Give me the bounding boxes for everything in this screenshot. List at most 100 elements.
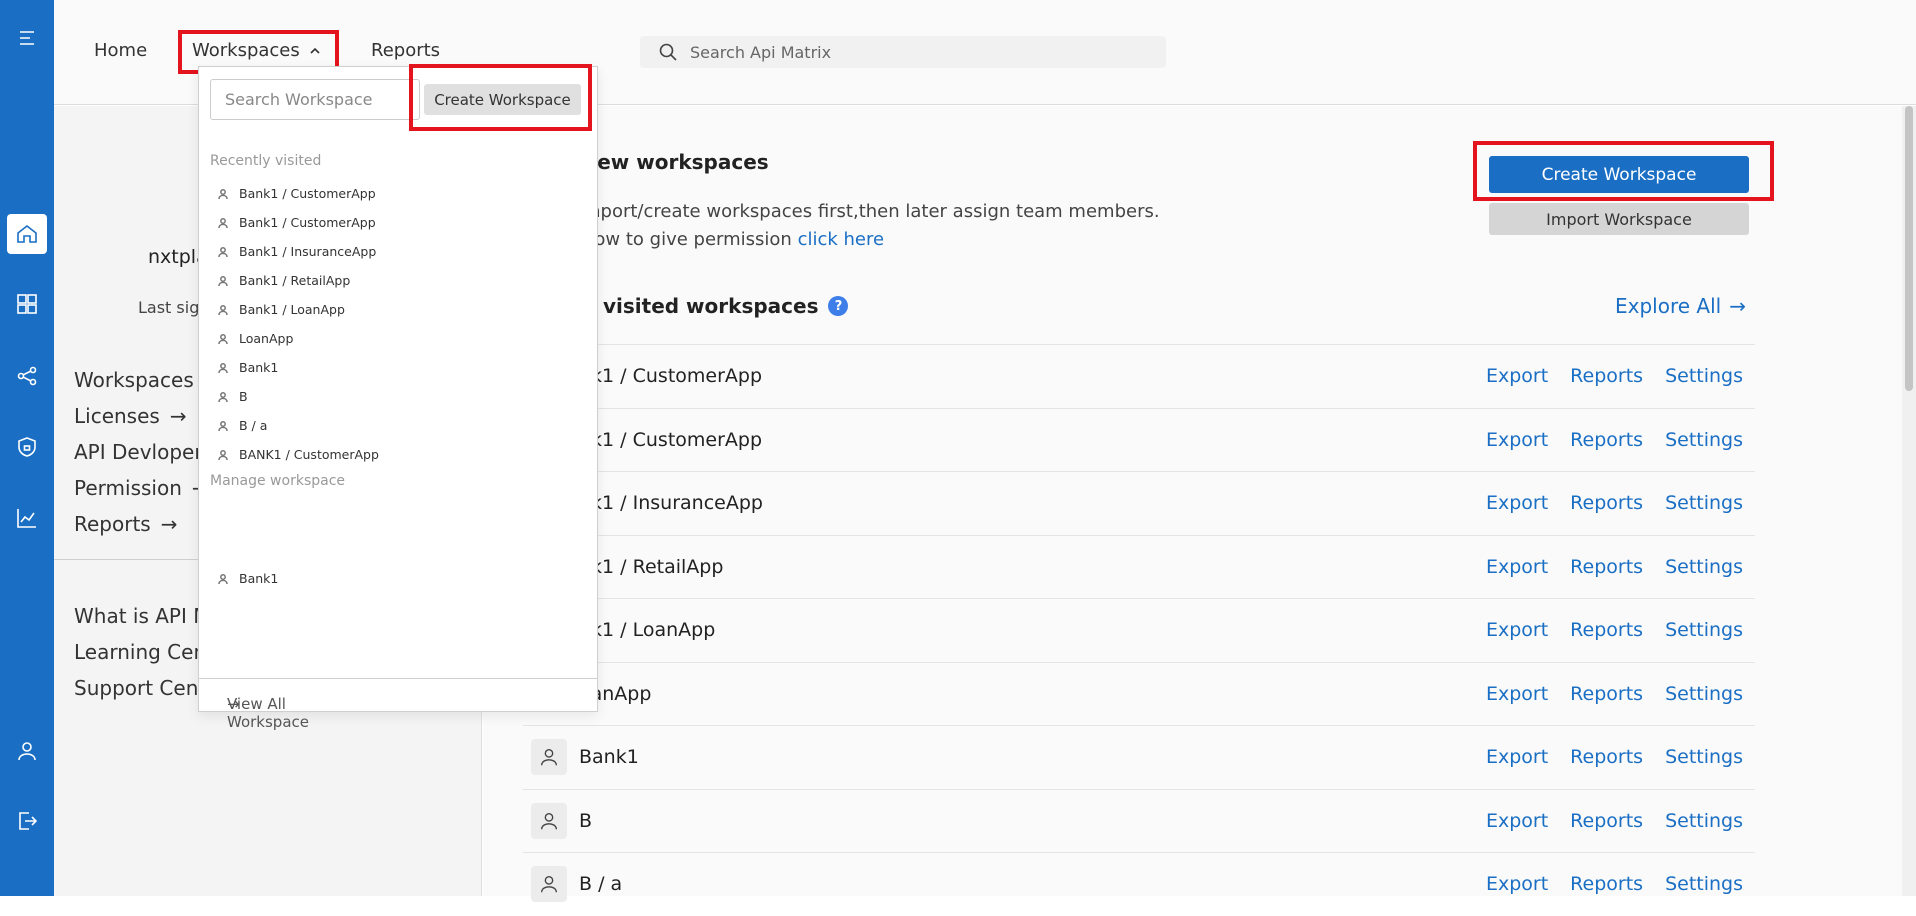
last-signin: Last sig — [138, 298, 200, 317]
item-label: Bank1 / RetailApp — [239, 273, 351, 288]
export-link[interactable]: Export — [1486, 556, 1548, 578]
item-label: Bank1 / InsuranceApp — [239, 244, 377, 259]
workspace-row[interactable]: nk1 / LoanApp Export Reports Settings — [523, 598, 1755, 662]
reports-link[interactable]: Reports — [1570, 873, 1643, 895]
click-here-link[interactable]: click here — [798, 229, 885, 250]
settings-link[interactable]: Settings — [1665, 810, 1743, 832]
item-label: B / a — [239, 418, 268, 433]
workspace-row[interactable]: B / a Export Reports Settings — [523, 852, 1755, 916]
recent-workspace-item[interactable]: Bank1 — [217, 353, 379, 382]
reports-link[interactable]: Reports — [1570, 429, 1643, 451]
settings-link[interactable]: Settings — [1665, 492, 1743, 514]
link-label: API Devloper — [74, 440, 203, 464]
workspace-list: nk1 / CustomerApp Export Reports Settings nk… — [523, 344, 1755, 916]
link-learning-center[interactable]: Learning Cen — [74, 634, 211, 670]
settings-link[interactable]: Settings — [1665, 556, 1743, 578]
workspace-name: B — [579, 809, 593, 832]
recent-workspace-item[interactable]: Bank1 / LoanApp — [217, 295, 379, 324]
workspace-avatar — [531, 866, 567, 903]
settings-link[interactable]: Settings — [1665, 873, 1743, 895]
export-link[interactable]: Export — [1486, 810, 1548, 832]
user-icon — [540, 876, 558, 893]
workspace-search-input[interactable] — [210, 79, 420, 120]
reports-link[interactable]: Reports — [1570, 746, 1643, 768]
manage-workspace-item[interactable]: Bank1 — [217, 564, 278, 593]
user-icon — [218, 246, 228, 257]
recent-workspace-item[interactable]: B / a — [217, 411, 379, 440]
recently-visited-label: Recently visited — [210, 153, 322, 169]
explore-all-label: Explore All — [1615, 294, 1722, 318]
workspace-row[interactable]: oanApp Export Reports Settings — [523, 661, 1755, 726]
global-search-input[interactable] — [690, 42, 1130, 62]
recent-workspace-item[interactable]: Bank1 / RetailApp — [217, 266, 379, 295]
export-link[interactable]: Export — [1486, 746, 1548, 768]
recent-workspace-item[interactable]: Bank1 / CustomerApp — [217, 179, 379, 208]
shield-icon[interactable] — [7, 427, 47, 467]
workspace-row[interactable]: nk1 / InsuranceApp Export Reports Settings — [523, 471, 1755, 535]
user-icon — [218, 275, 228, 286]
settings-link[interactable]: Settings — [1665, 746, 1743, 768]
manage-workspace-label: Manage workspace — [210, 473, 346, 489]
link-workspaces[interactable]: Workspaces — [74, 362, 209, 398]
settings-link[interactable]: Settings — [1665, 429, 1743, 451]
menu-icon[interactable] — [7, 18, 47, 58]
workspaces-dropdown: Create Workspace Recently visited Bank1 … — [198, 66, 598, 731]
scrollbar[interactable] — [1902, 106, 1916, 896]
help-icon[interactable]: ? — [828, 296, 849, 316]
share-icon[interactable] — [7, 356, 47, 396]
link-licenses[interactable]: Licenses → — [74, 398, 209, 434]
nav-home[interactable]: Home — [94, 40, 147, 61]
user-icon — [218, 420, 228, 431]
row-actions: Export Reports Settings — [1486, 746, 1743, 768]
reports-link[interactable]: Reports — [1570, 619, 1643, 641]
global-search[interactable] — [640, 36, 1166, 68]
reports-link[interactable]: Reports — [1570, 683, 1643, 705]
arrow-right-icon: → — [169, 404, 187, 428]
recent-workspace-item[interactable]: B — [217, 382, 379, 411]
recent-workspace-item[interactable]: BANK1 / CustomerApp — [217, 440, 379, 469]
home-icon[interactable] — [7, 214, 47, 254]
export-link[interactable]: Export — [1486, 683, 1548, 705]
nav-reports[interactable]: Reports — [371, 40, 440, 61]
link-support-center[interactable]: Support Cent — [74, 670, 211, 706]
reports-link[interactable]: Reports — [1570, 492, 1643, 514]
recent-title-text: y visited workspaces — [583, 294, 819, 318]
reports-link[interactable]: Reports — [1570, 810, 1643, 832]
dashboard-icon[interactable] — [7, 284, 47, 324]
reports-link[interactable]: Reports — [1570, 556, 1643, 578]
workspace-row[interactable]: nk1 / CustomerApp Export Reports Settings — [523, 407, 1755, 472]
item-label: Bank1 / CustomerApp — [239, 186, 376, 201]
export-link[interactable]: Export — [1486, 619, 1548, 641]
link-what-is[interactable]: What is API M — [74, 598, 211, 634]
link-label: Permission — [74, 476, 182, 500]
manage-items-list: Bank1 — [217, 564, 278, 593]
export-link[interactable]: Export — [1486, 873, 1548, 895]
reports-link[interactable]: Reports — [1570, 365, 1643, 387]
export-link[interactable]: Export — [1486, 429, 1548, 451]
logout-icon[interactable] — [7, 801, 47, 841]
link-label: Licenses — [74, 404, 160, 428]
export-link[interactable]: Export — [1486, 492, 1548, 514]
settings-link[interactable]: Settings — [1665, 683, 1743, 705]
recent-workspace-item[interactable]: LoanApp — [217, 324, 379, 353]
chart-icon[interactable] — [7, 498, 47, 538]
recent-workspace-item[interactable]: Bank1 / CustomerApp — [217, 208, 379, 237]
workspace-row[interactable]: B Export Reports Settings — [523, 788, 1755, 853]
settings-link[interactable]: Settings — [1665, 365, 1743, 387]
workspace-row[interactable]: nk1 / RetailApp Export Reports Settings — [523, 534, 1755, 599]
recent-workspace-item[interactable]: Bank1 / InsuranceApp — [217, 237, 379, 266]
link-api-developer[interactable]: API Devloper — [74, 434, 209, 470]
link-reports[interactable]: Reports → — [74, 506, 209, 542]
user-icon[interactable] — [7, 731, 47, 771]
settings-link[interactable]: Settings — [1665, 619, 1743, 641]
scrollbar-thumb[interactable] — [1905, 106, 1913, 391]
explore-all-link[interactable]: Explore All → — [1615, 294, 1746, 318]
user-icon — [218, 391, 228, 402]
section-title: new workspaces — [583, 150, 769, 174]
import-workspace-button[interactable]: Import Workspace — [1489, 203, 1749, 235]
workspace-row[interactable]: Bank1 Export Reports Settings — [523, 725, 1755, 789]
link-permission[interactable]: Permission→ — [74, 470, 209, 506]
workspace-row[interactable]: nk1 / CustomerApp Export Reports Settings — [523, 344, 1755, 408]
user-icon — [218, 362, 228, 373]
export-link[interactable]: Export — [1486, 365, 1548, 387]
